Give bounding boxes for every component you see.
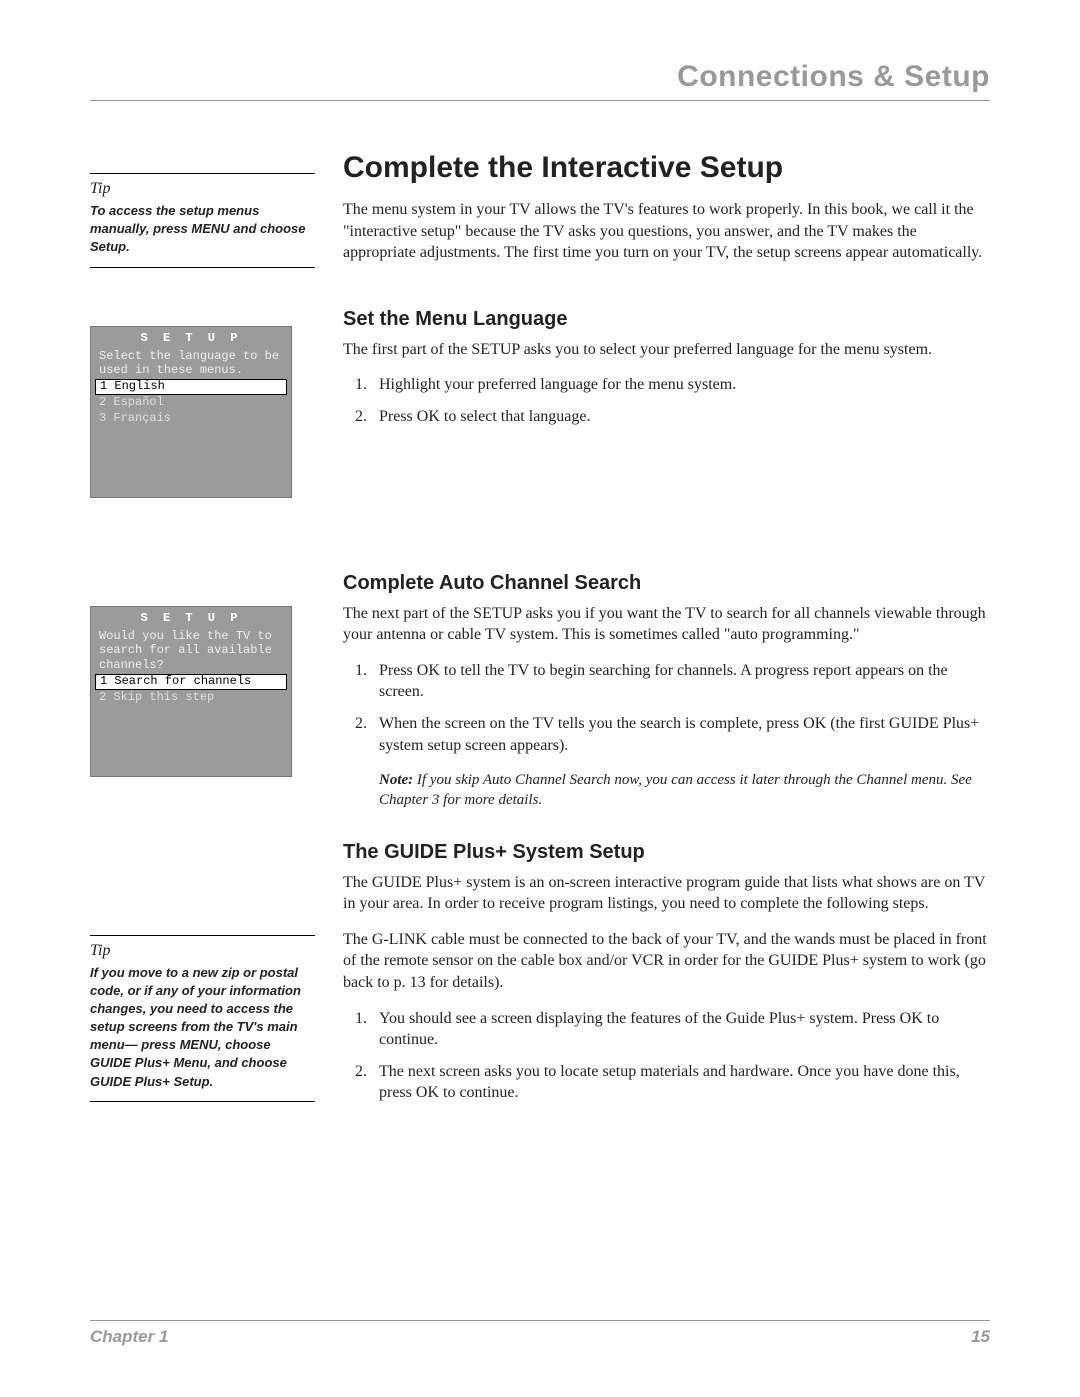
footer-chapter: Chapter 1 (90, 1327, 168, 1347)
intro-paragraph: The menu system in your TV allows the TV… (343, 199, 990, 264)
step-item: Highlight your preferred language for th… (371, 374, 990, 396)
tv-screen-prompt: Select the language to be used in these … (91, 347, 291, 380)
tv-menu-item-francais: 3 Français (91, 411, 291, 427)
tv-screenshot-channel-search: S E T U P Would you like the TV to searc… (90, 606, 292, 777)
note-text: If you skip Auto Channel Search now, you… (379, 772, 972, 808)
step-item: Press OK to tell the TV to begin searchi… (371, 660, 990, 703)
tv-screenshot-language: S E T U P Select the language to be used… (90, 326, 292, 498)
step-item: When the screen on the TV tells you the … (371, 713, 990, 756)
tv-menu-item-english: 1 English (95, 379, 287, 395)
page-footer: Chapter 1 15 (90, 1320, 990, 1347)
steps-list: Press OK to tell the TV to begin searchi… (343, 660, 990, 756)
steps-list: Highlight your preferred language for th… (343, 374, 990, 427)
footer-page-number: 15 (971, 1327, 990, 1347)
tv-screen-prompt: Would you like the TV to search for all … (91, 627, 291, 674)
step-item: The next screen asks you to locate setup… (371, 1061, 990, 1104)
paragraph: The next part of the SETUP asks you if y… (343, 603, 990, 646)
note-block: Note: If you skip Auto Channel Search no… (379, 770, 990, 811)
heading-set-language: Set the Menu Language (343, 308, 990, 331)
tip-block-1: Tip To access the setup menus manually, … (90, 173, 315, 268)
page-title: Complete the Interactive Setup (343, 151, 990, 185)
tv-menu-item-espanol: 2 Español (91, 395, 291, 411)
tip-label: Tip (90, 180, 315, 198)
note-label: Note: (379, 772, 413, 788)
tv-menu-item-skip: 2 Skip this step (91, 690, 291, 706)
heading-auto-channel: Complete Auto Channel Search (343, 572, 990, 595)
step-item: Press OK to select that language. (371, 406, 990, 428)
tip-block-2: Tip If you move to a new zip or postal c… (90, 935, 315, 1102)
tv-screen-title: S E T U P (91, 327, 291, 347)
right-column: Complete the Interactive Setup The menu … (343, 151, 990, 1132)
tip-text: If you move to a new zip or postal code,… (90, 964, 315, 1091)
steps-list: You should see a screen displaying the f… (343, 1008, 990, 1104)
paragraph: The G-LINK cable must be connected to th… (343, 929, 990, 994)
tip-label: Tip (90, 942, 315, 960)
heading-guide-plus: The GUIDE Plus+ System Setup (343, 841, 990, 864)
paragraph: The first part of the SETUP asks you to … (343, 339, 990, 361)
step-item: You should see a screen displaying the f… (371, 1008, 990, 1051)
paragraph: The GUIDE Plus+ system is an on-screen i… (343, 872, 990, 915)
tv-screen-title: S E T U P (91, 607, 291, 627)
running-header: Connections & Setup (90, 60, 990, 101)
left-column: Tip To access the setup menus manually, … (90, 151, 315, 1132)
tip-text: To access the setup menus manually, pres… (90, 202, 315, 257)
tv-menu-item-search: 1 Search for channels (95, 674, 287, 690)
